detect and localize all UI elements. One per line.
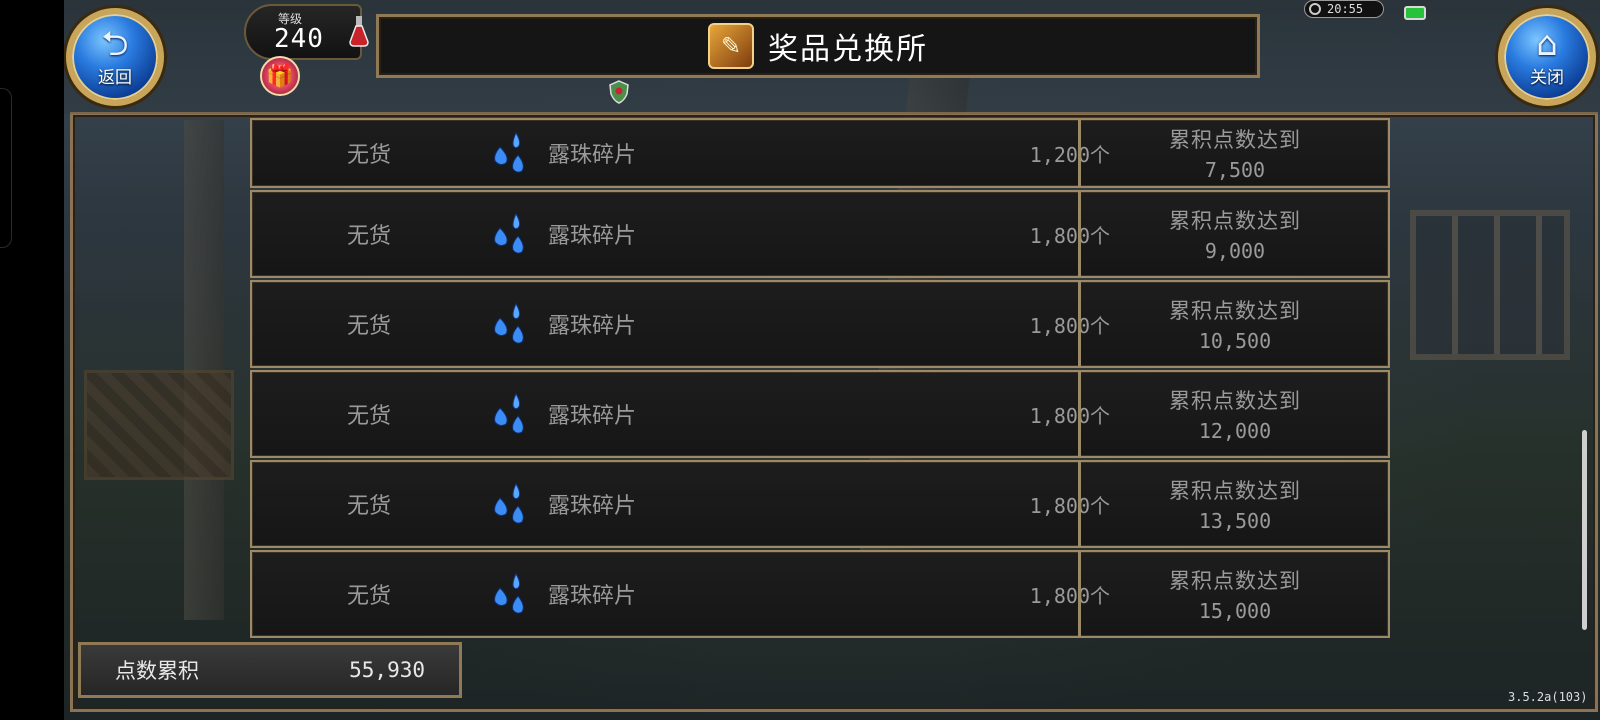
condition-text: 累积点数达到 <box>1169 128 1301 152</box>
column-divider <box>1078 120 1081 186</box>
dewdrop-icon <box>494 212 524 254</box>
back-button-label: 返回 <box>98 67 132 88</box>
reward-row[interactable]: 无货 露珠碎片 1,800个 累积点数达到 9,000 <box>250 190 1390 278</box>
column-divider <box>1078 462 1081 546</box>
points-value: 55,930 <box>349 658 425 682</box>
dewdrop-icon <box>494 302 524 344</box>
condition-points: 7,500 <box>1204 158 1266 182</box>
condition-text: 累积点数达到 <box>1169 299 1301 323</box>
reward-row[interactable]: 无货 露珠碎片 1,200个 累积点数达到 7,500 <box>250 118 1390 188</box>
gift-icon[interactable]: 🎁 <box>260 56 300 96</box>
top-bar: ⮌ 返回 等级 240 🎁 ✎ 奖品兑换所 20:55 ⌂ 关闭 <box>64 0 1600 114</box>
column-divider <box>1078 552 1081 636</box>
unlock-condition: 累积点数达到 12,000 <box>1082 372 1388 456</box>
item-name: 露珠碎片 <box>548 404 637 429</box>
unlock-condition: 累积点数达到 9,000 <box>1082 192 1388 276</box>
scrollbar[interactable] <box>1582 430 1587 630</box>
condition-text: 累积点数达到 <box>1169 209 1301 233</box>
column-divider <box>1078 372 1081 456</box>
item-name: 露珠碎片 <box>548 494 637 519</box>
condition-points: 13,500 <box>1198 509 1272 533</box>
item-name: 露珠碎片 <box>548 224 637 249</box>
item-name: 露珠碎片 <box>548 584 637 609</box>
reward-row[interactable]: 无货 露珠碎片 1,800个 累积点数达到 12,000 <box>250 370 1390 458</box>
exchange-shop-icon: ✎ <box>708 23 754 69</box>
shield-icon <box>608 80 630 104</box>
home-icon: ⌂ <box>1536 23 1558 64</box>
stock-status: 无货 <box>346 584 391 609</box>
stock-status: 无货 <box>346 224 391 249</box>
dewdrop-icon <box>494 572 524 614</box>
reward-row[interactable]: 无货 露珠碎片 1,800个 累积点数达到 15,000 <box>250 550 1390 638</box>
dewdrop-icon <box>494 482 524 524</box>
item-name: 露珠碎片 <box>548 314 637 339</box>
column-divider <box>1078 192 1081 276</box>
reward-list[interactable]: 无货 露珠碎片 1,200个 累积点数达到 7,500 无货 露珠碎片 1,80… <box>250 118 1390 640</box>
page-title: 奖品兑换所 <box>768 32 928 67</box>
close-button-label: 关闭 <box>1530 67 1564 88</box>
condition-points: 10,500 <box>1198 329 1272 353</box>
clock-icon <box>1309 3 1321 15</box>
stock-status: 无货 <box>346 314 391 339</box>
back-arrow-icon: ⮌ <box>101 23 129 64</box>
close-button[interactable]: ⌂ 关闭 <box>1498 8 1596 106</box>
condition-text: 累积点数达到 <box>1169 569 1301 593</box>
battery-icon <box>1404 6 1426 20</box>
reward-row[interactable]: 无货 露珠碎片 1,800个 累积点数达到 13,500 <box>250 460 1390 548</box>
clock-time: 20:55 <box>1327 2 1364 16</box>
stock-status: 无货 <box>346 494 391 519</box>
condition-points: 9,000 <box>1204 239 1266 263</box>
condition-text: 累积点数达到 <box>1169 479 1301 503</box>
level-value: 240 <box>274 24 324 54</box>
item-name: 露珠碎片 <box>548 143 637 168</box>
condition-points: 15,000 <box>1198 599 1272 623</box>
game-screen: ⮌ 返回 等级 240 🎁 ✎ 奖品兑换所 20:55 ⌂ 关闭 无货 露珠碎片… <box>64 0 1600 720</box>
phone-edge <box>0 88 12 248</box>
points-label: 点数累积 <box>115 659 199 683</box>
status-clock: 20:55 <box>1304 0 1384 18</box>
condition-points: 12,000 <box>1198 419 1272 443</box>
stock-status: 无货 <box>346 143 391 168</box>
unlock-condition: 累积点数达到 10,500 <box>1082 282 1388 366</box>
stock-status: 无货 <box>346 404 391 429</box>
unlock-condition: 累积点数达到 7,500 <box>1082 120 1388 186</box>
dewdrop-icon <box>494 392 524 434</box>
reward-row[interactable]: 无货 露珠碎片 1,800个 累积点数达到 10,500 <box>250 280 1390 368</box>
back-button[interactable]: ⮌ 返回 <box>66 8 164 106</box>
potion-icon[interactable] <box>348 14 370 48</box>
version-text: 3.5.2a(103) <box>1508 690 1588 704</box>
dewdrop-icon <box>494 131 524 173</box>
title-banner: ✎ 奖品兑换所 <box>376 14 1260 78</box>
unlock-condition: 累积点数达到 15,000 <box>1082 552 1388 636</box>
points-total-box: 点数累积 55,930 <box>78 642 462 698</box>
column-divider <box>1078 282 1081 366</box>
condition-text: 累积点数达到 <box>1169 389 1301 413</box>
unlock-condition: 累积点数达到 13,500 <box>1082 462 1388 546</box>
